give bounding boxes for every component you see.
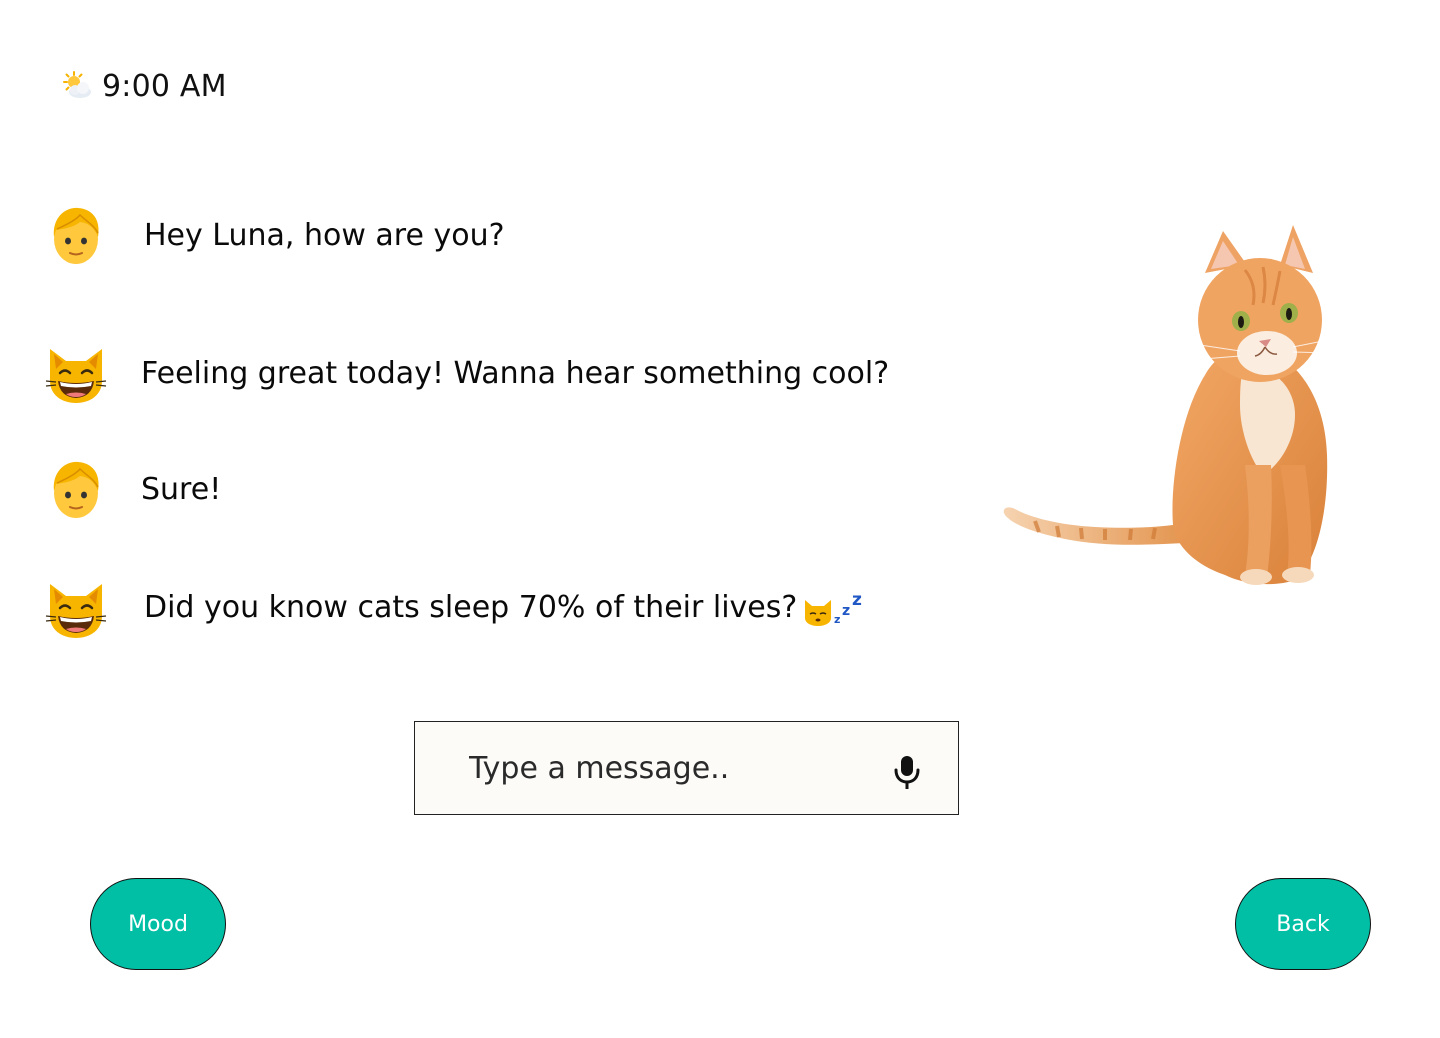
chat-message-cat: Feeling great today! Wanna hear somethin… [44,341,889,405]
sleeping-cat-icon: z z z [805,590,862,627]
clock-time: 9:00 AM [102,68,227,104]
message-text: Sure! [141,471,222,507]
sun-behind-cloud-icon [63,71,91,98]
status-bar: 9:00 AM [60,66,227,106]
svg-text:z: z [834,613,840,626]
chat-message-user: Sure! [44,457,221,521]
message-text: Did you know cats sleep 70% of their liv… [144,590,867,627]
person-blond-icon [44,203,108,267]
svg-text:z: z [842,603,850,619]
chat-message-cat: Did you know cats sleep 70% of their liv… [44,576,867,640]
person-blond-icon [44,457,108,521]
message-composer [414,721,959,815]
mood-button[interactable]: Mood [90,878,226,970]
svg-text:z: z [852,590,862,610]
grinning-cat-icon [44,576,108,640]
back-button[interactable]: Back [1235,878,1371,970]
message-input[interactable] [469,746,869,790]
message-text: Hey Luna, how are you? [144,217,505,253]
message-text: Feeling great today! Wanna hear somethin… [141,355,890,391]
grinning-cat-icon [44,341,108,405]
message-text-body: Did you know cats sleep 70% of their liv… [144,589,798,625]
microphone-icon[interactable] [892,754,922,790]
cat-photo [1003,225,1334,585]
chat-message-user: Hey Luna, how are you? [44,203,505,267]
